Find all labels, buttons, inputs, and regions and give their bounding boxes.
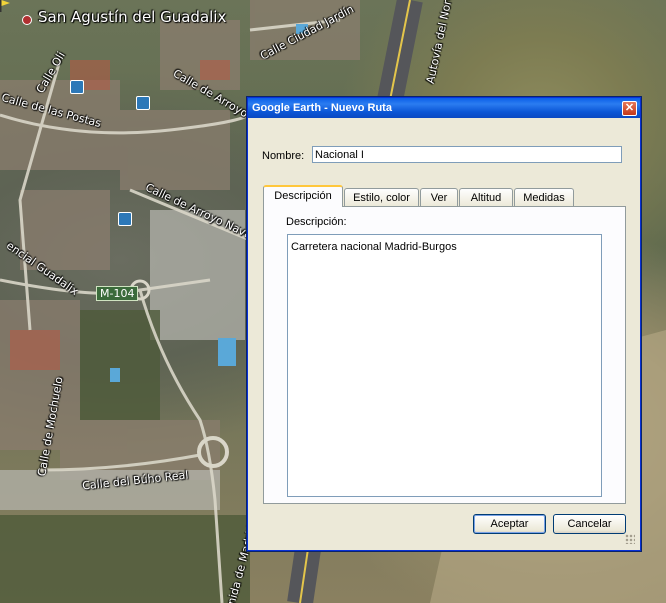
name-input[interactable] (312, 146, 622, 163)
description-textarea[interactable]: Carretera nacional Madrid-Burgos (287, 234, 602, 497)
poi-icon[interactable] (136, 96, 150, 110)
new-path-dialog: Google Earth - Nuevo Ruta ✕ Nombre: Desc… (247, 97, 641, 551)
tab-description[interactable]: Descripción (263, 185, 343, 207)
resize-grip-icon[interactable] (625, 534, 635, 544)
road-shield: M-104 (96, 286, 139, 301)
description-tab-panel: Descripción: Carretera nacional Madrid-B… (263, 206, 626, 504)
name-label: Nombre: (262, 150, 305, 162)
tab-view[interactable]: Ver (420, 188, 458, 206)
bus-stop-icon[interactable] (118, 212, 132, 226)
tab-altitude[interactable]: Altitud (459, 188, 513, 206)
town-marker-icon[interactable] (22, 15, 32, 25)
dialog-titlebar[interactable]: Google Earth - Nuevo Ruta ✕ (248, 98, 640, 118)
town-label: San Agustín del Guadalix (38, 8, 227, 26)
cancel-button[interactable]: Cancelar (553, 514, 626, 534)
dialog-title: Google Earth - Nuevo Ruta (252, 102, 392, 114)
tab-measurements[interactable]: Medidas (514, 188, 574, 206)
dialog-body: Nombre: Descripción Estilo, color Ver Al… (251, 121, 637, 546)
description-label: Descripción: (286, 216, 347, 228)
poi-icon[interactable] (70, 80, 84, 94)
close-icon: ✕ (624, 102, 635, 114)
accept-button[interactable]: Aceptar (473, 514, 546, 534)
tab-style-color[interactable]: Estilo, color (344, 188, 419, 206)
close-button[interactable]: ✕ (622, 101, 637, 116)
placemark-flag-icon[interactable] (0, 0, 10, 12)
